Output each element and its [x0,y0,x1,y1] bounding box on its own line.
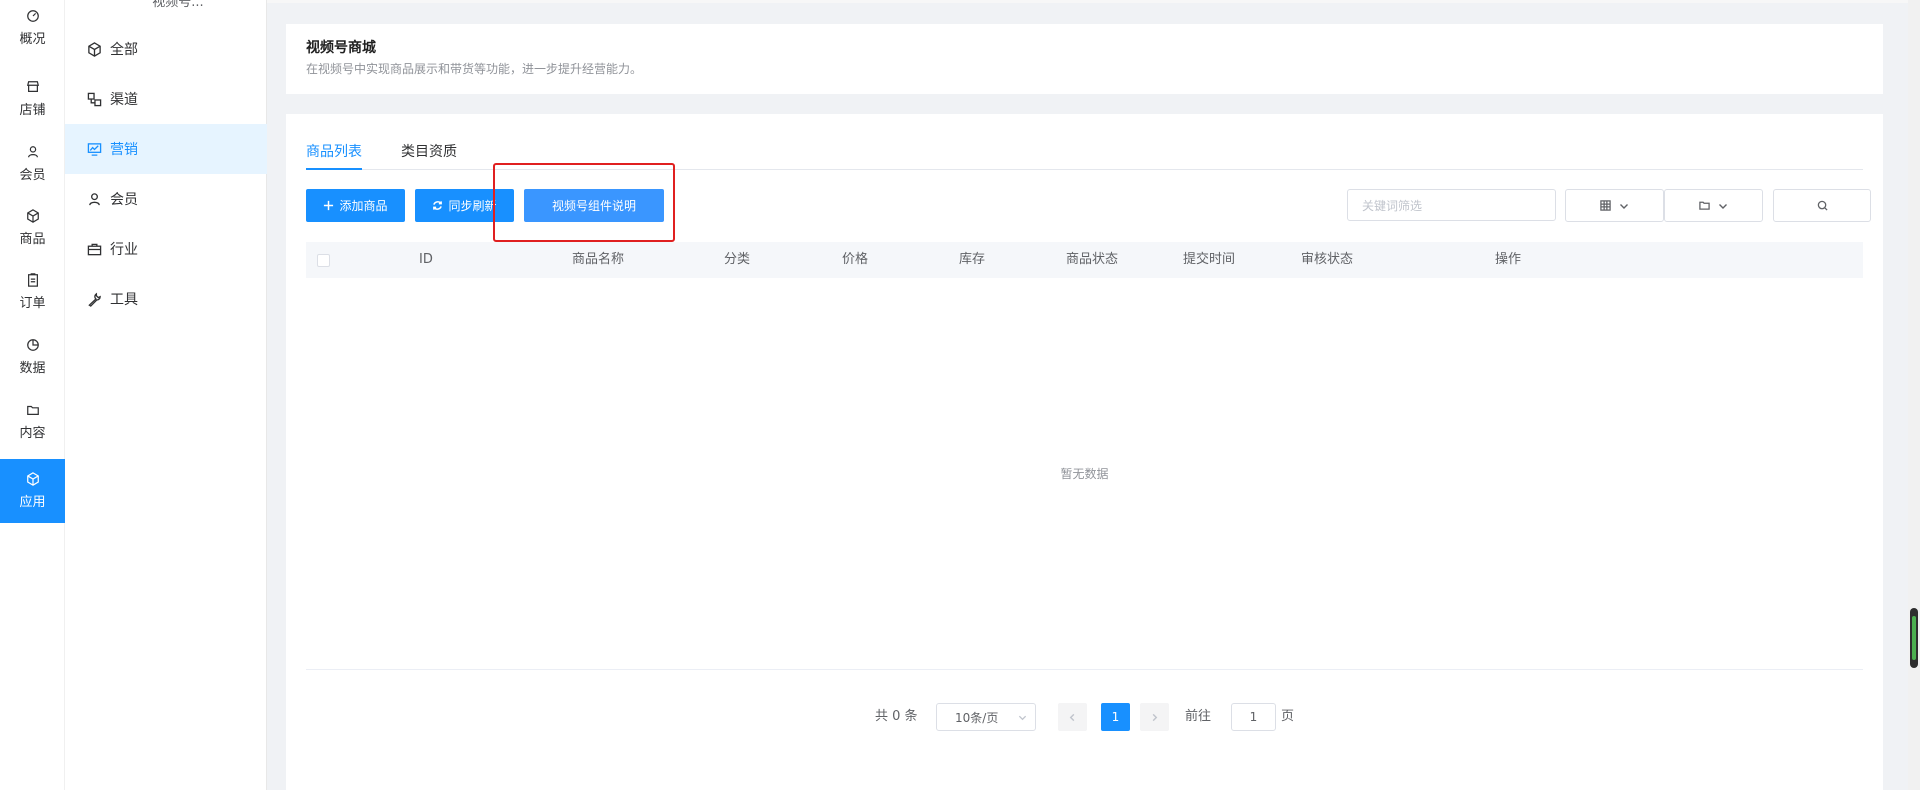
rail-item-apps[interactable]: 应用 [0,459,65,523]
rail-item-label: 概况 [19,32,46,47]
rail-item-goods[interactable]: 商品 [0,196,65,260]
refresh-icon [433,201,443,210]
export-menu-button[interactable] [1664,189,1763,222]
monitor-chart-icon [87,142,102,156]
rail-item-overview[interactable]: 概况 [0,0,65,56]
add-goods-button[interactable]: 添加商品 [306,189,405,222]
submenu-item-all[interactable]: 全部 [65,24,267,74]
prev-page-button[interactable] [1058,703,1087,731]
pagination: 共 0 条 10条/页 1 前往 1 页 [286,702,1883,732]
user-icon [27,146,38,158]
select-all-checkbox[interactable] [317,254,330,267]
cube-icon [88,41,101,57]
submenu-item-channels[interactable]: 渠道 [65,74,267,124]
submenu-item-label: 工具 [110,292,138,308]
rail-item-data[interactable]: 数据 [0,325,65,389]
submenu-title: 视频号... [135,0,221,12]
column-header-price: 价格 [842,252,869,267]
column-header-review-status: 审核状态 [1301,252,1354,267]
submenu-item-label: 营销 [110,142,138,158]
chevron-right-icon [1152,713,1158,721]
chevron-down-icon [1620,203,1628,209]
briefcase-icon [87,243,102,255]
goto-page-input[interactable]: 1 [1231,703,1276,731]
tab-active-indicator [306,168,362,170]
secondary-menu: 视频号... 全部 渠道 营销 会员 行业 工具 [65,0,267,790]
column-header-category: 分类 [724,252,751,267]
column-header-name: 商品名称 [572,252,625,267]
empty-text: 暂无数据 [1060,467,1109,481]
top-divider [267,0,1920,3]
submenu-item-industry[interactable]: 行业 [65,224,267,274]
keyword-filter-input[interactable]: 关键词筛选 [1347,189,1556,221]
intro-card: 视频号商城 在视频号中实现商品展示和带货等功能，进一步提升经营能力。 [286,24,1883,94]
highlight-annotation-box [493,163,675,242]
search-button[interactable] [1773,189,1871,222]
user-icon [89,192,100,205]
pagination-total: 共 0 条 [875,709,918,724]
submenu-item-label: 会员 [110,192,138,208]
chevron-left-icon [1069,713,1075,721]
column-header-goods-status: 商品状态 [1066,252,1119,267]
rail-item-orders[interactable]: 订单 [0,260,65,324]
tab-category-qualification[interactable]: 类目资质 [401,142,457,162]
tab-goods-list[interactable]: 商品列表 [306,142,362,162]
cube-icon [26,209,39,223]
folder-icon [1699,201,1710,210]
submenu-item-label: 行业 [110,242,138,258]
rail-item-label: 内容 [19,426,46,441]
rail-item-label: 店铺 [19,103,46,118]
scrollbar-thumb[interactable] [1910,608,1918,668]
page-description: 在视频号中实现商品展示和带货等功能，进一步提升经营能力。 [306,62,643,76]
submenu-item-tools[interactable]: 工具 [65,274,267,324]
scrollbar-thumb-grip [1912,616,1916,660]
next-page-button[interactable] [1140,703,1169,731]
plus-icon [324,200,334,211]
sync-refresh-label: 同步刷新 [448,199,497,213]
column-header-actions: 操作 [1495,252,1522,267]
dashboard-icon [26,10,39,22]
page-size-select[interactable]: 10条/页 [936,703,1036,731]
channel-icon [87,92,102,106]
add-goods-label: 添加商品 [339,199,388,213]
page-title: 视频号商城 [306,40,376,56]
column-header-stock: 库存 [959,252,986,267]
page-suffix-label: 页 [1281,709,1295,724]
rail-item-store[interactable]: 店铺 [0,67,65,131]
chevron-down-icon [1018,715,1027,721]
main-content: 视频号商城 在视频号中实现商品展示和带货等功能，进一步提升经营能力。 商品列表 … [267,0,1920,790]
store-icon [26,81,39,92]
rail-item-label: 会员 [19,168,46,183]
submenu-item-marketing[interactable]: 营销 [65,124,267,174]
table-header: ID 商品名称 分类 价格 库存 商品状态 提交时间 审核状态 操作 [306,242,1863,278]
pie-chart-icon [26,339,39,351]
rail-item-label: 商品 [19,232,46,247]
column-header-submit-time: 提交时间 [1183,252,1236,267]
page-scrollbar[interactable] [1908,0,1920,790]
grid-icon [1600,200,1611,211]
search-icon [1817,200,1828,211]
folder-icon [26,405,39,415]
rail-item-members[interactable]: 会员 [0,132,65,196]
clipboard-icon [27,273,38,287]
page-size-value: 10条/页 [955,710,999,725]
column-header-id: ID [419,252,433,267]
rail-item-label: 订单 [19,296,46,311]
submenu-item-label: 渠道 [110,92,138,108]
wrench-icon [88,292,101,307]
table-empty-state: 暂无数据 [306,278,1863,670]
column-settings-button[interactable] [1565,189,1664,222]
rail-item-label: 应用 [19,495,46,510]
rail-item-content[interactable]: 内容 [0,390,65,454]
main-nav-rail: 概况 店铺 会员 商品 订单 数据 内容 应用 [0,0,65,790]
goto-label: 前往 [1185,709,1212,724]
cube-icon [26,472,39,486]
submenu-item-members[interactable]: 会员 [65,174,267,224]
rail-item-label: 数据 [19,361,46,376]
page-number-button[interactable]: 1 [1101,703,1130,731]
submenu-item-label: 全部 [110,42,138,58]
chevron-down-icon [1719,203,1727,209]
